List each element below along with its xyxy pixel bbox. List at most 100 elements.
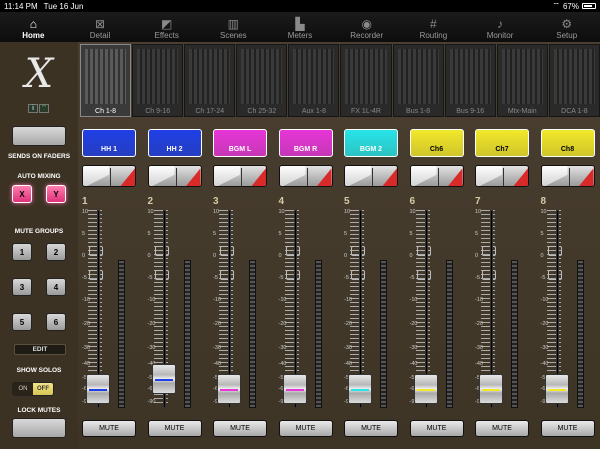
home-icon: ⌂ bbox=[29, 17, 37, 31]
scale-label: 0 bbox=[409, 253, 413, 259]
tab-setup[interactable]: ⚙ Setup bbox=[533, 12, 600, 42]
bank-aux-1-8[interactable]: Aux 1-8 bbox=[288, 44, 340, 117]
show-solos-toggle[interactable]: ON OFF bbox=[12, 382, 54, 396]
mute-button[interactable]: MUTE bbox=[82, 420, 136, 437]
fader-cap-color-line bbox=[547, 389, 566, 391]
mute-groups-label: MUTE GROUPS bbox=[14, 228, 64, 235]
lock-mutes-button[interactable] bbox=[12, 418, 66, 438]
channel-name-button[interactable]: HH 2 bbox=[147, 129, 202, 157]
pan-red-zone bbox=[446, 168, 463, 186]
channel-name-button[interactable]: BGM R bbox=[278, 129, 333, 157]
scale-label: -5 bbox=[147, 275, 153, 281]
mute-group-1-button[interactable]: 1 bbox=[12, 243, 32, 261]
auto-mixing-label: AUTO MIXING bbox=[17, 173, 61, 180]
bank-mtx-main[interactable]: Mtx-Main bbox=[496, 44, 548, 117]
mute-button[interactable]: MUTE bbox=[213, 420, 267, 437]
fader-cap[interactable] bbox=[544, 374, 569, 404]
mute-button[interactable]: MUTE bbox=[409, 420, 464, 437]
fader-cap[interactable] bbox=[151, 364, 176, 394]
channel-name-button[interactable]: BGM 2 bbox=[344, 129, 398, 157]
fader-cap[interactable] bbox=[282, 374, 307, 404]
pan-knob[interactable] bbox=[82, 165, 136, 187]
pan-knob[interactable] bbox=[278, 165, 333, 187]
fader-cap[interactable] bbox=[413, 374, 438, 404]
tab-detail[interactable]: ⊠ Detail bbox=[67, 12, 134, 42]
battery-icon bbox=[582, 3, 596, 9]
pan-knob[interactable] bbox=[213, 165, 267, 187]
scale-label: -10 bbox=[409, 297, 418, 303]
scale-label: -40 bbox=[82, 361, 90, 367]
tab-recorder[interactable]: ◉ Recorder bbox=[333, 12, 400, 42]
solos-on-option[interactable]: ON bbox=[13, 383, 33, 395]
info-icon[interactable]: i bbox=[28, 104, 38, 113]
fader-cap[interactable] bbox=[479, 374, 503, 404]
bank-dca-1-8[interactable]: DCA 1-8 bbox=[548, 44, 600, 117]
bank-preview bbox=[241, 49, 283, 104]
scale-marker bbox=[482, 270, 496, 280]
auto-mix-y-button[interactable]: Y bbox=[46, 185, 66, 203]
tab-meters[interactable]: ▙ Meters bbox=[267, 12, 334, 42]
mute-group-3-button[interactable]: 3 bbox=[12, 278, 32, 296]
pan-center-line bbox=[568, 168, 570, 186]
bank-preview bbox=[397, 49, 439, 104]
app-logo: X bbox=[24, 51, 54, 97]
pan-knob[interactable] bbox=[475, 165, 529, 187]
fader-area: 1050-5-10-20-30-40-50-60-90 bbox=[213, 206, 271, 411]
fader-cap[interactable] bbox=[217, 374, 241, 404]
bank-fx-1l-4r[interactable]: FX 1L-4R bbox=[340, 44, 392, 117]
channel-name-button[interactable]: Ch6 bbox=[409, 129, 464, 157]
mute-group-2-button[interactable]: 2 bbox=[46, 243, 66, 261]
pan-knob[interactable] bbox=[540, 165, 595, 187]
battery-percent: 67% bbox=[562, 1, 579, 11]
scale-label: -5 bbox=[213, 275, 218, 281]
edit-button[interactable]: EDIT bbox=[14, 344, 66, 355]
channel-name-button[interactable]: BGM L bbox=[213, 129, 267, 157]
bank-bus-9-16[interactable]: Bus 9-16 bbox=[444, 44, 496, 117]
bank-bus-1-8[interactable]: Bus 1-8 bbox=[392, 44, 444, 117]
mute-button[interactable]: MUTE bbox=[147, 420, 202, 437]
fader-cap[interactable] bbox=[86, 374, 110, 404]
tab-home[interactable]: ⌂ Home bbox=[0, 12, 67, 42]
bank-ch-25-32[interactable]: Ch 25-32 bbox=[236, 44, 288, 117]
tab-monitor[interactable]: ♪ Monitor bbox=[467, 12, 534, 42]
mute-group-5-button[interactable]: 5 bbox=[12, 313, 32, 331]
scale-label: -5 bbox=[475, 275, 480, 281]
pan-center-line bbox=[110, 168, 111, 186]
scale-label: 5 bbox=[82, 231, 86, 237]
bank-ch-9-16[interactable]: Ch 9-16 bbox=[132, 44, 184, 117]
status-time: 11:14 PM bbox=[4, 1, 38, 11]
mute-group-6-button[interactable]: 6 bbox=[46, 313, 66, 331]
scale-label: -90 bbox=[147, 399, 156, 405]
pan-knob[interactable] bbox=[409, 165, 464, 187]
mute-button[interactable]: MUTE bbox=[344, 420, 398, 437]
mute-group-4-button[interactable]: 4 bbox=[46, 278, 66, 296]
bank-ch-1-8[interactable]: Ch 1-8 bbox=[80, 44, 132, 117]
pan-knob[interactable] bbox=[147, 165, 202, 187]
mute-button[interactable]: MUTE bbox=[278, 420, 333, 437]
bank-ch-17-24[interactable]: Ch 17-24 bbox=[184, 44, 236, 117]
level-meter bbox=[183, 260, 191, 408]
pan-knob[interactable] bbox=[344, 165, 398, 187]
channel-name-button[interactable]: HH 1 bbox=[82, 129, 136, 157]
pan-indicator bbox=[279, 166, 306, 186]
bank-label: Bus 1-8 bbox=[406, 108, 431, 115]
channel-name-button[interactable]: Ch7 bbox=[475, 129, 529, 157]
channel-name-button[interactable]: Ch8 bbox=[540, 129, 595, 157]
show-solos-label: SHOW SOLOS bbox=[16, 367, 62, 374]
tab-scenes[interactable]: ▥ Scenes bbox=[200, 12, 267, 42]
sends-on-faders-button[interactable] bbox=[12, 126, 66, 146]
scale-marker bbox=[154, 246, 169, 256]
solos-off-option[interactable]: OFF bbox=[33, 383, 53, 395]
auto-mix-x-button[interactable]: X bbox=[12, 185, 32, 203]
mute-button[interactable]: MUTE bbox=[540, 420, 595, 437]
fader-cap[interactable] bbox=[348, 374, 372, 404]
tab-routing[interactable]: # Routing bbox=[400, 12, 467, 42]
network-status-icon[interactable]: ⌔ bbox=[39, 104, 49, 113]
wifi-icon: ⌔ bbox=[552, 1, 560, 10]
level-meter bbox=[314, 260, 322, 408]
mute-button[interactable]: MUTE bbox=[475, 420, 529, 437]
pan-red-zone bbox=[381, 168, 397, 186]
bank-label: Ch 1-8 bbox=[95, 108, 117, 115]
scale-label: -5 bbox=[278, 275, 284, 281]
tab-effects[interactable]: ◩ Effects bbox=[133, 12, 200, 42]
